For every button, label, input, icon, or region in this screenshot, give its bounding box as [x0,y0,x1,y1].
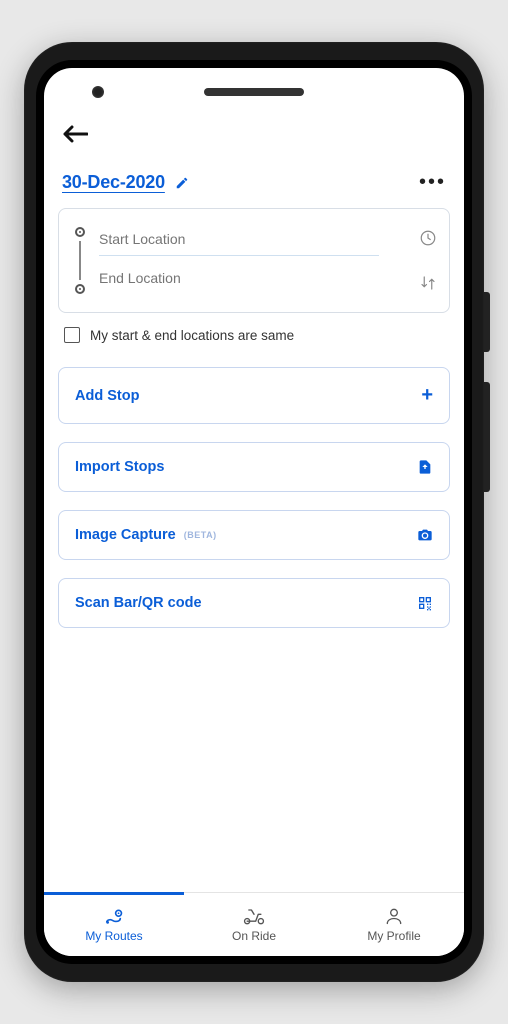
profile-icon [384,906,404,926]
pencil-icon [175,176,189,190]
phone-side-button-1 [484,292,490,352]
route-date[interactable]: 30-Dec-2020 [62,172,165,193]
add-stop-button[interactable]: Add Stop + [58,367,450,424]
same-location-checkbox[interactable] [64,327,80,343]
import-stops-button[interactable]: Import Stops [58,442,450,492]
route-pin-icon [103,906,125,926]
nav-my-routes[interactable]: My Routes [44,893,184,956]
nav-my-profile-label: My Profile [367,929,420,943]
phone-camera [92,86,104,98]
arrow-left-icon [62,124,88,144]
phone-speaker [204,88,304,96]
camera-icon [417,528,433,542]
image-capture-button[interactable]: Image Capture (BETA) [58,510,450,560]
scooter-icon [242,906,266,926]
import-stops-label: Import Stops [75,459,164,475]
add-stop-label: Add Stop [75,388,139,404]
start-location-input[interactable] [99,225,379,256]
phone-bezel: 30-Dec-2020 ••• [36,60,472,964]
nav-on-ride-label: On Ride [232,929,276,943]
route-line-decor [71,223,89,294]
beta-badge: (BETA) [184,530,217,540]
swap-locations-button[interactable] [419,274,437,292]
end-location-input[interactable] [99,264,379,294]
nav-my-routes-label: My Routes [85,929,142,943]
end-dot-icon [75,284,85,294]
location-card [58,208,450,313]
nav-on-ride[interactable]: On Ride [184,893,324,956]
app-header [44,116,464,153]
plus-icon: + [421,384,433,407]
phone-side-button-2 [484,382,490,492]
app-screen: 30-Dec-2020 ••• [44,68,464,956]
swap-icon [419,274,437,292]
active-tab-indicator [44,892,184,895]
back-button[interactable] [62,124,88,144]
nav-my-profile[interactable]: My Profile [324,893,464,956]
more-options-button[interactable]: ••• [419,171,446,194]
content-area: My start & end locations are same Add St… [44,208,464,892]
scan-qr-label: Scan Bar/QR code [75,595,202,611]
qr-code-icon [417,595,433,611]
same-location-label: My start & end locations are same [90,328,294,343]
recent-locations-button[interactable] [419,229,437,247]
image-capture-label: Image Capture [75,527,176,543]
edit-date-button[interactable] [175,176,189,190]
scan-qr-button[interactable]: Scan Bar/QR code [58,578,450,628]
start-dot-icon [75,227,85,237]
bottom-nav: My Routes On Ride My Profile [44,892,464,956]
date-row: 30-Dec-2020 ••• [44,153,464,208]
same-location-row: My start & end locations are same [58,313,450,349]
phone-frame: 30-Dec-2020 ••• [24,42,484,982]
clock-icon [419,229,437,247]
file-import-icon [417,459,433,475]
